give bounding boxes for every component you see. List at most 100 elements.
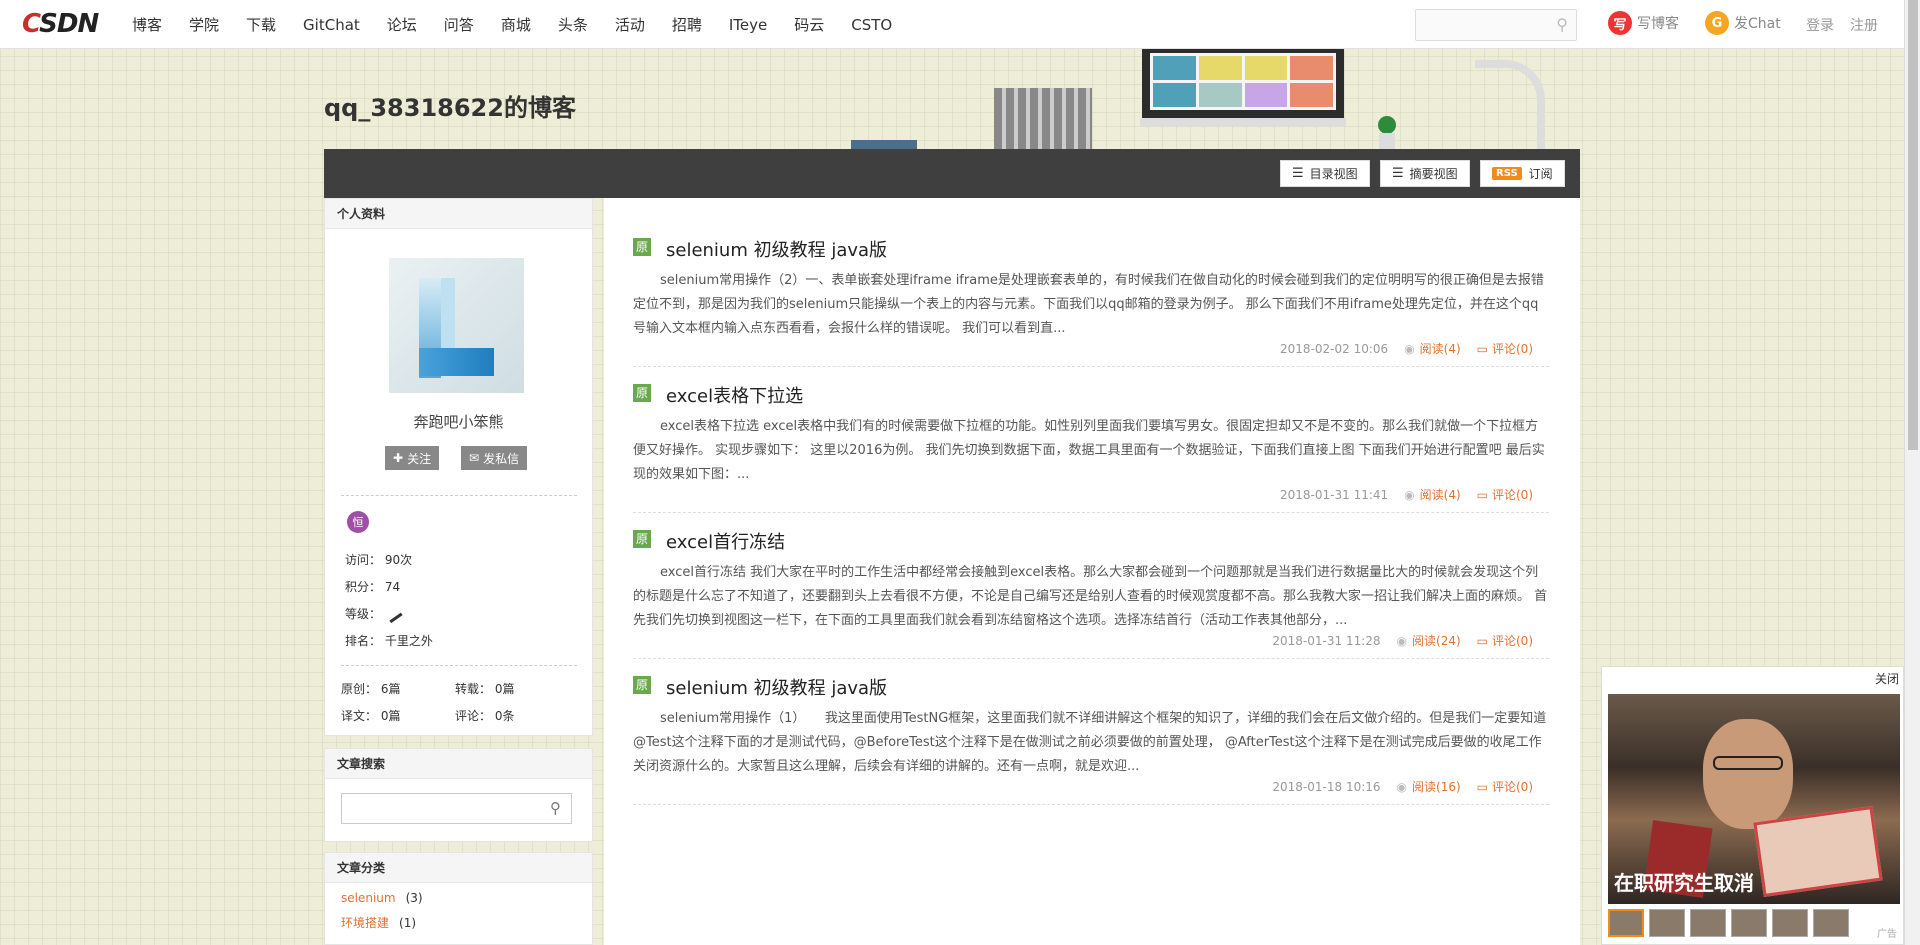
ad-thumbnail[interactable] [1649,909,1685,937]
close-ad-button[interactable]: 关闭 [1875,670,1899,687]
ad-thumbnail[interactable] [1813,909,1849,937]
send-message-button[interactable]: ✉ 发私信 [461,446,528,470]
nav-item[interactable]: CSTO [851,16,892,34]
article-title[interactable]: selenium 初级教程 java版 [666,236,887,262]
ad-thumbnail[interactable] [1772,909,1808,937]
search-heading: 文章搜索 [325,749,592,779]
article-search-panel: 文章搜索 ⚲ [324,748,593,842]
csdn-logo[interactable]: CSDN [22,9,99,39]
register-link[interactable]: 注册 [1850,15,1878,35]
comment-count-link[interactable]: 评论(0) [1492,340,1533,357]
nav-item[interactable]: 头条 [558,14,588,35]
ad-thumbnail[interactable] [1608,909,1644,937]
category-panel: 文章分类 selenium (3) 环境搭建 (1) [324,852,593,945]
blog-title[interactable]: qq_38318622的博客 [324,88,576,123]
list-icon: ☰ [1392,166,1404,181]
original-badge: 原 [633,238,651,256]
comments-count: 评论： 0条 [455,709,515,723]
medal-badge[interactable]: 恒 [347,511,369,533]
gitchat-button[interactable]: G 发Chat [1705,11,1781,35]
read-count-link[interactable]: 阅读(24) [1412,632,1461,649]
header-illustration [851,140,917,149]
article-meta: 2018-01-31 11:41 ◉ 阅读(4) ▭ 评论(0) [1280,486,1533,503]
avatar[interactable] [389,258,524,393]
search-icon[interactable]: ⚲ [550,799,561,817]
header-illustration [1140,118,1346,126]
scrollbar-thumb[interactable] [1908,0,1918,450]
login-link[interactable]: 登录 [1806,15,1834,35]
read-count-link[interactable]: 阅读(16) [1412,778,1461,795]
gitchat-icon: G [1705,11,1729,35]
nav-item[interactable]: 商城 [501,14,531,35]
ad-thumbnails [1608,909,1854,937]
follow-button[interactable]: ✚ 关注 [385,446,440,470]
scrollbar[interactable] [1904,0,1920,945]
divider [341,495,577,496]
visits-stat: 访问： 90次 [345,553,413,567]
nav-item[interactable]: 学院 [189,14,219,35]
nav-item[interactable]: 招聘 [672,14,702,35]
article-summary: excel表格下拉选 excel表格中我们有的时候需要做下拉框的功能。如性别列里… [633,419,1545,482]
comment-icon: ▭ [1476,779,1488,794]
article-title[interactable]: selenium 初级教程 java版 [666,674,887,700]
nav-item[interactable]: 论坛 [387,14,417,35]
article-list: 原 selenium 初级教程 java版 selenium常用操作（2）一、表单嵌… [604,198,1580,945]
write-blog-button[interactable]: 写 写博客 [1608,11,1679,35]
eye-icon: ◉ [1396,633,1408,648]
comment-count-link[interactable]: 评论(0) [1492,486,1533,503]
rss-icon: RSS [1492,167,1522,180]
article-date: 2018-02-02 10:06 [1280,341,1389,356]
rss-subscribe-button[interactable]: RSS 订阅 [1480,160,1565,187]
article-date: 2018-01-18 10:16 [1272,779,1381,794]
ad-image[interactable]: 在职研究生取消 [1608,694,1900,904]
search-icon[interactable]: ⚲ [1556,15,1568,34]
article-title[interactable]: excel表格下拉选 [666,382,803,408]
rank-stat: 排名： 千里之外 [345,634,433,648]
ad-thumbnail[interactable] [1690,909,1726,937]
top-search-input[interactable]: ⚲ [1415,9,1577,41]
ad-thumbnail[interactable] [1731,909,1767,937]
category-item[interactable]: selenium (3) [341,891,423,905]
header-illustration [1142,49,1344,118]
nav-item[interactable]: 博客 [132,14,162,35]
nav-item[interactable]: 活动 [615,14,645,35]
ad-caption[interactable]: 在职研究生取消 [1614,867,1754,896]
level-icon [385,606,403,623]
catalog-view-button[interactable]: ☰ 目录视图 [1280,160,1370,187]
comment-icon: ▭ [1476,633,1488,648]
article-search-input[interactable]: ⚲ [341,793,572,824]
article-item: 原 excel表格下拉选 excel表格下拉选 excel表格中我们有的时候需要做下… [633,382,1549,513]
username[interactable]: 奔跑吧小笨熊 [325,411,592,432]
profile-panel: 个人资料 奔跑吧小笨熊 ✚ 关注 ✉ 发私信 恒 访问： 90次 积分： 74 等级… [324,198,593,736]
read-count-link[interactable]: 阅读(4) [1420,486,1461,503]
nav-item[interactable]: 问答 [444,14,474,35]
original-badge: 原 [633,384,651,402]
category-heading: 文章分类 [325,853,592,883]
article-meta: 2018-01-18 10:16 ◉ 阅读(16) ▭ 评论(0) [1272,778,1533,795]
comment-count-link[interactable]: 评论(0) [1492,632,1533,649]
article-meta: 2018-01-31 11:28 ◉ 阅读(24) ▭ 评论(0) [1272,632,1533,649]
article-meta: 2018-02-02 10:06 ◉ 阅读(4) ▭ 评论(0) [1280,340,1533,357]
nav-item[interactable]: ITeye [729,16,767,34]
read-count-link[interactable]: 阅读(4) [1420,340,1461,357]
eye-icon: ◉ [1404,341,1415,356]
category-item[interactable]: 环境搭建 (1) [341,914,416,931]
nav-item[interactable]: GitChat [303,16,360,34]
list-icon: ☰ [1292,166,1304,181]
mail-icon: ✉ [469,451,480,465]
main-nav: 博客 学院 下载 GitChat 论坛 问答 商城 头条 活动 招聘 ITeye 码云 CSTO [132,0,919,49]
divider [341,665,577,666]
translate-count: 译文： 0篇 [341,709,401,723]
article-date: 2018-01-31 11:41 [1280,487,1389,502]
nav-item[interactable]: 码云 [794,14,824,35]
ad-popup: 关闭 在职研究生取消 广告 [1601,666,1904,945]
original-count: 原创： 6篇 [341,682,401,696]
eye-icon: ◉ [1404,487,1415,502]
nav-item[interactable]: 下载 [246,14,276,35]
article-summary: selenium常用操作（2）一、表单嵌套处理iframe iframe是处理嵌… [633,273,1544,336]
comment-count-link[interactable]: 评论(0) [1492,778,1533,795]
plus-icon: ✚ [393,451,404,465]
ad-label: 广告 [1877,929,1897,940]
article-title[interactable]: excel首行冻结 [666,528,785,554]
summary-view-button[interactable]: ☰ 摘要视图 [1380,160,1470,187]
